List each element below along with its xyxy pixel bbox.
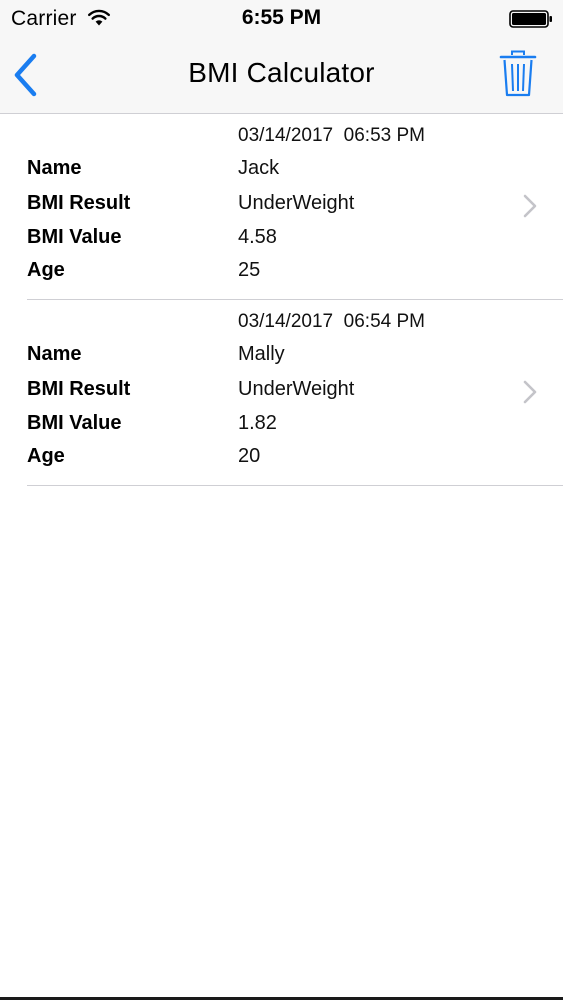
age-value: 25 [238,259,261,281]
bmi-value-label: BMI Value [27,412,122,434]
name-value: Jack [238,157,280,179]
battery-icon [509,10,552,28]
bmi-value-label: BMI Value [27,226,122,248]
status-bar: Carrier 6:55 PM [0,0,563,38]
top-bar: Carrier 6:55 PM BMI Calculator [0,0,563,114]
record-timestamp: 03/14/2017 06:54 PM [238,311,425,332]
chevron-right-icon [523,194,537,218]
delete-button[interactable] [496,48,540,100]
age-label: Age [27,259,65,281]
status-time: 6:55 PM [241,6,322,29]
bmi-result-value: UnderWeight [238,378,355,400]
name-value: Mally [238,343,285,365]
bmi-history-screen: Carrier 6:55 PM BMI Calculator 03/14/201… [0,0,563,1000]
bmi-value-value: 1.82 [238,412,277,434]
age-value: 20 [238,445,261,467]
name-label: Name [27,343,82,365]
record-timestamp: 03/14/2017 06:53 PM [238,125,425,146]
record-row[interactable]: 03/14/2017 06:54 PM Name Mally BMI Resul… [0,300,563,486]
trash-icon [499,50,537,97]
name-label: Name [27,157,82,179]
row-divider [27,485,563,486]
chevron-right-icon [523,380,537,404]
navigation-bar: BMI Calculator [0,38,563,113]
bmi-result-value: UnderWeight [238,192,355,214]
bmi-value-value: 4.58 [238,226,277,248]
record-row[interactable]: 03/14/2017 06:53 PM Name Jack BMI Result… [0,114,563,300]
page-title: BMI Calculator [188,57,375,88]
bmi-result-label: BMI Result [27,192,131,214]
bmi-result-label: BMI Result [27,378,131,400]
age-label: Age [27,445,65,467]
